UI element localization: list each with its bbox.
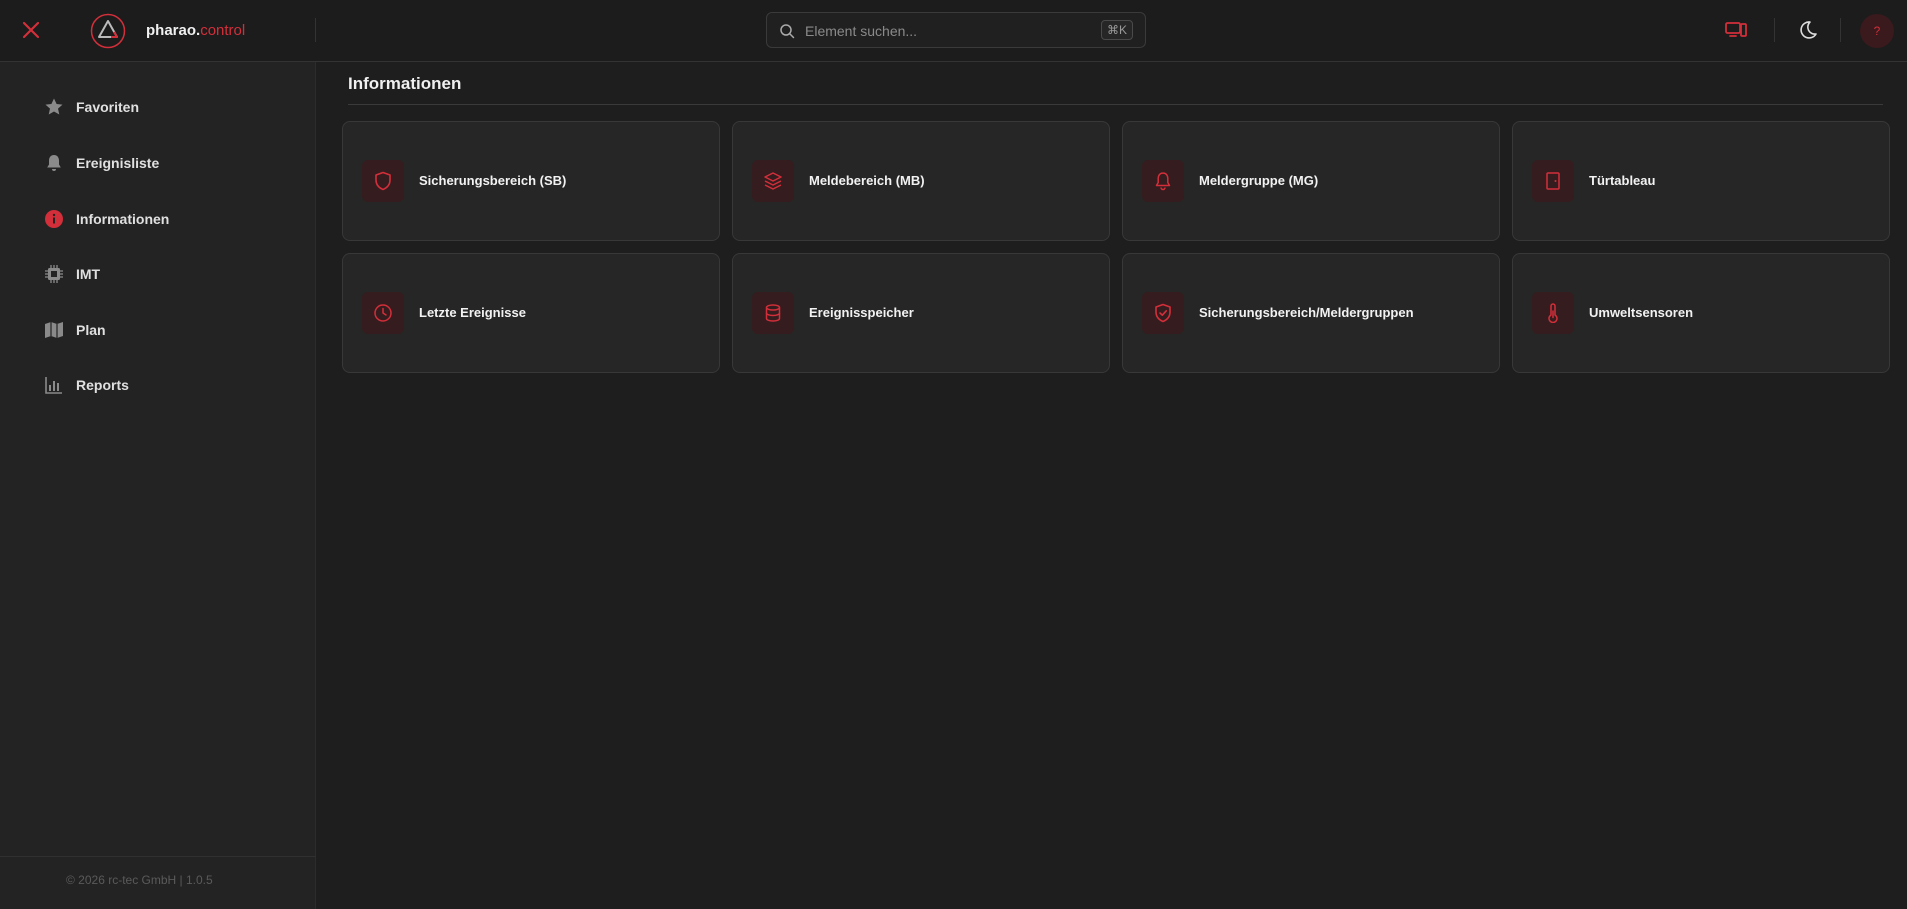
card-sicherungsbereich[interactable]: Sicherungsbereich (SB): [342, 121, 720, 241]
card-meldebereich[interactable]: Meldebereich (MB): [732, 121, 1110, 241]
card-icon-box: [1532, 160, 1574, 202]
card-label: Sicherungsbereich/Meldergruppen: [1199, 305, 1414, 320]
sidebar-item-favoriten[interactable]: Favoriten: [44, 95, 294, 119]
bar-chart-icon: [45, 377, 62, 394]
search-shortcut: ⌘K: [1100, 20, 1133, 40]
sidebar-item-ereignisliste[interactable]: Ereignisliste: [44, 151, 294, 175]
card-label: Ereignisspeicher: [809, 305, 914, 320]
brand-main: pharao.: [146, 22, 201, 39]
monitor-icon[interactable]: [1724, 18, 1748, 42]
sidebar-item-plan[interactable]: Plan: [44, 318, 294, 342]
shield-icon: [375, 171, 391, 191]
sidebar-item-label: Plan: [76, 322, 106, 338]
card-label: Umweltsensoren: [1589, 305, 1694, 320]
top-header: pharao.control Element suchen... ⌘K ?: [0, 0, 1907, 62]
shield-check-icon: [1155, 303, 1171, 323]
card-ereignisspeicher[interactable]: Ereignisspeicher: [732, 253, 1110, 373]
card-letzte-ereignisse[interactable]: Letzte Ereignisse: [342, 253, 720, 373]
header-divider: [1840, 18, 1841, 42]
header-divider: [1774, 18, 1775, 42]
logo-icon: [90, 13, 126, 49]
sidebar-item-label: Ereignisliste: [76, 155, 160, 171]
card-icon-box: [1142, 292, 1184, 334]
card-icon-box: [752, 160, 794, 202]
header-divider: [315, 18, 316, 42]
card-label: Sicherungsbereich (SB): [419, 173, 567, 188]
sidebar-item-label: Reports: [76, 377, 129, 393]
clock-icon: [374, 304, 392, 322]
card-icon-box: [362, 160, 404, 202]
search-input[interactable]: Element suchen... ⌘K: [766, 12, 1146, 48]
sidebar-item-label: Informationen: [76, 211, 170, 227]
bell-icon: [1155, 172, 1171, 191]
sidebar: Favoriten Ereignisliste Informationen IM…: [0, 62, 316, 909]
title-divider: [348, 104, 1883, 105]
avatar[interactable]: ?: [1860, 14, 1894, 48]
brand-accent: control: [200, 22, 246, 39]
card-icon-box: [362, 292, 404, 334]
copyright-footer: © 2026 rc-tec GmbH | 1.0.5: [66, 873, 213, 887]
card-label: Meldebereich (MB): [809, 173, 925, 188]
sidebar-item-reports[interactable]: Reports: [44, 373, 294, 397]
footer-divider: [0, 856, 316, 857]
chip-icon: [45, 265, 63, 283]
sidebar-item-informationen[interactable]: Informationen: [44, 207, 294, 231]
card-sicherungsbereich-meldergruppen[interactable]: Sicherungsbereich/Meldergruppen: [1122, 253, 1500, 373]
search-icon: [780, 24, 795, 39]
star-icon: [45, 98, 63, 115]
card-label: Letzte Ereignisse: [419, 305, 526, 320]
bell-icon: [47, 155, 61, 171]
card-icon-box: [752, 292, 794, 334]
search-placeholder: Element suchen...: [805, 23, 918, 39]
map-icon: [45, 322, 63, 338]
card-icon-box: [1142, 160, 1184, 202]
database-icon: [765, 304, 781, 322]
card-label: Meldergruppe (MG): [1199, 173, 1319, 188]
sidebar-item-imt[interactable]: IMT: [44, 262, 294, 286]
close-icon[interactable]: [20, 19, 42, 41]
page-title: Informationen: [348, 74, 462, 93]
sidebar-item-label: IMT: [76, 266, 101, 282]
info-icon: [45, 210, 63, 228]
moon-icon[interactable]: [1796, 18, 1820, 42]
card-icon-box: [1532, 292, 1574, 334]
thermometer-icon: [1548, 303, 1558, 323]
sidebar-item-label: Favoriten: [76, 99, 140, 115]
card-label: Türtableau: [1589, 173, 1656, 188]
door-icon: [1546, 172, 1560, 190]
brand-name: pharao.control: [146, 22, 245, 39]
card-meldergruppe[interactable]: Meldergruppe (MG): [1122, 121, 1500, 241]
card-umweltsensoren[interactable]: Umweltsensoren: [1512, 253, 1890, 373]
card-tuertableau[interactable]: Türtableau: [1512, 121, 1890, 241]
layers-icon: [764, 172, 782, 190]
